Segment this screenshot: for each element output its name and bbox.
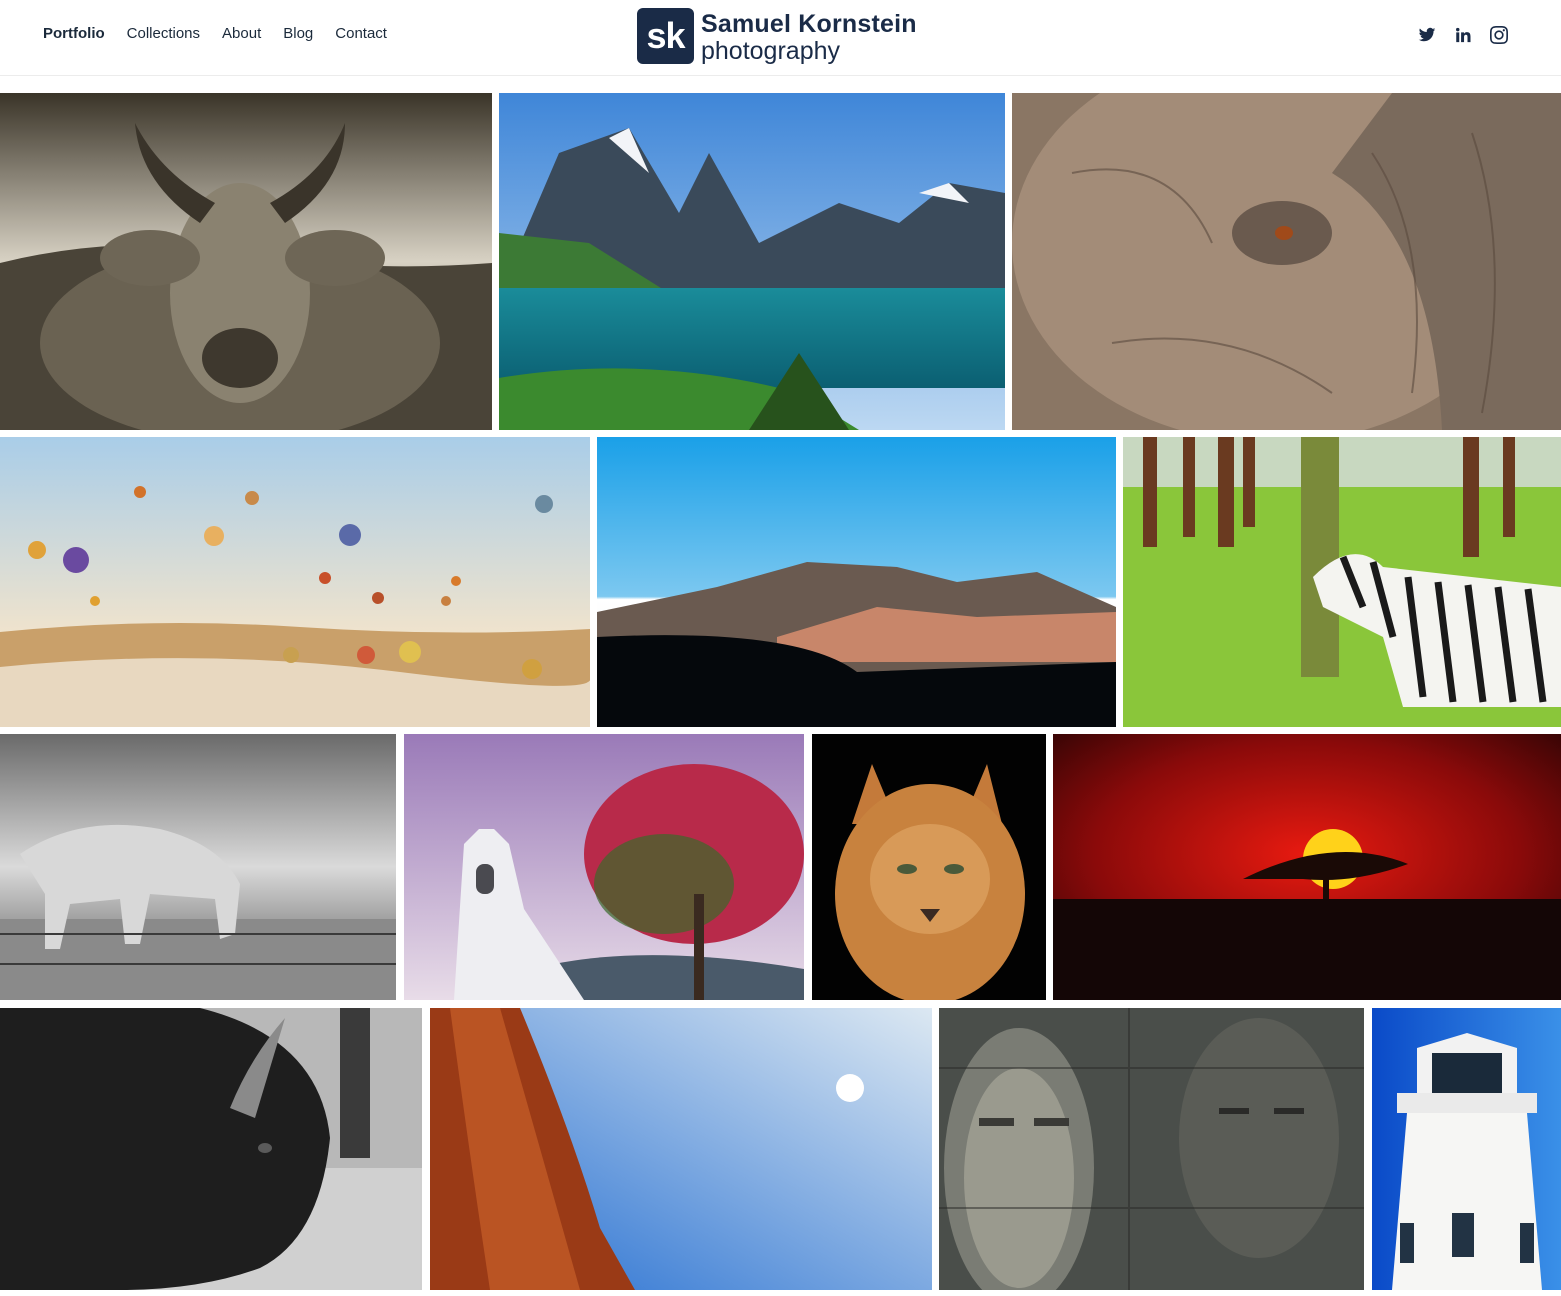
instagram-icon[interactable] [1490, 26, 1508, 44]
photo-stone-face[interactable] [939, 1008, 1364, 1290]
photo-zebra[interactable] [1123, 437, 1561, 727]
photo-cow[interactable] [0, 93, 492, 430]
photo-volcano[interactable] [597, 437, 1116, 727]
site-header: Portfolio Collections About Blog Contact… [0, 0, 1561, 76]
linkedin-icon[interactable] [1454, 26, 1472, 44]
main-nav: Portfolio Collections About Blog Contact [43, 24, 409, 44]
logo-name: Samuel Kornstein [701, 10, 917, 38]
nav-blog[interactable]: Blog [283, 24, 313, 44]
site-logo[interactable]: sk Samuel Kornstein photography [637, 8, 927, 66]
social-links [1418, 26, 1508, 44]
photo-bison[interactable] [0, 1008, 422, 1290]
nav-portfolio[interactable]: Portfolio [43, 24, 105, 44]
photo-balloons[interactable] [0, 437, 590, 727]
nav-about[interactable]: About [222, 24, 261, 44]
photo-elephant[interactable] [1012, 93, 1561, 430]
photo-canyon[interactable] [430, 1008, 932, 1290]
photo-bell-tower[interactable] [404, 734, 804, 1000]
logo-subtitle: photography [701, 37, 841, 65]
photo-horse[interactable] [0, 734, 396, 1000]
nav-contact[interactable]: Contact [335, 24, 387, 44]
photo-sunset[interactable] [1053, 734, 1561, 1000]
nav-collections[interactable]: Collections [127, 24, 200, 44]
logo-mark: sk [637, 8, 694, 64]
photo-caracal[interactable] [812, 734, 1046, 1000]
twitter-icon[interactable] [1418, 26, 1436, 44]
photo-fjord[interactable] [499, 93, 1005, 430]
photo-lighthouse[interactable] [1372, 1008, 1561, 1290]
